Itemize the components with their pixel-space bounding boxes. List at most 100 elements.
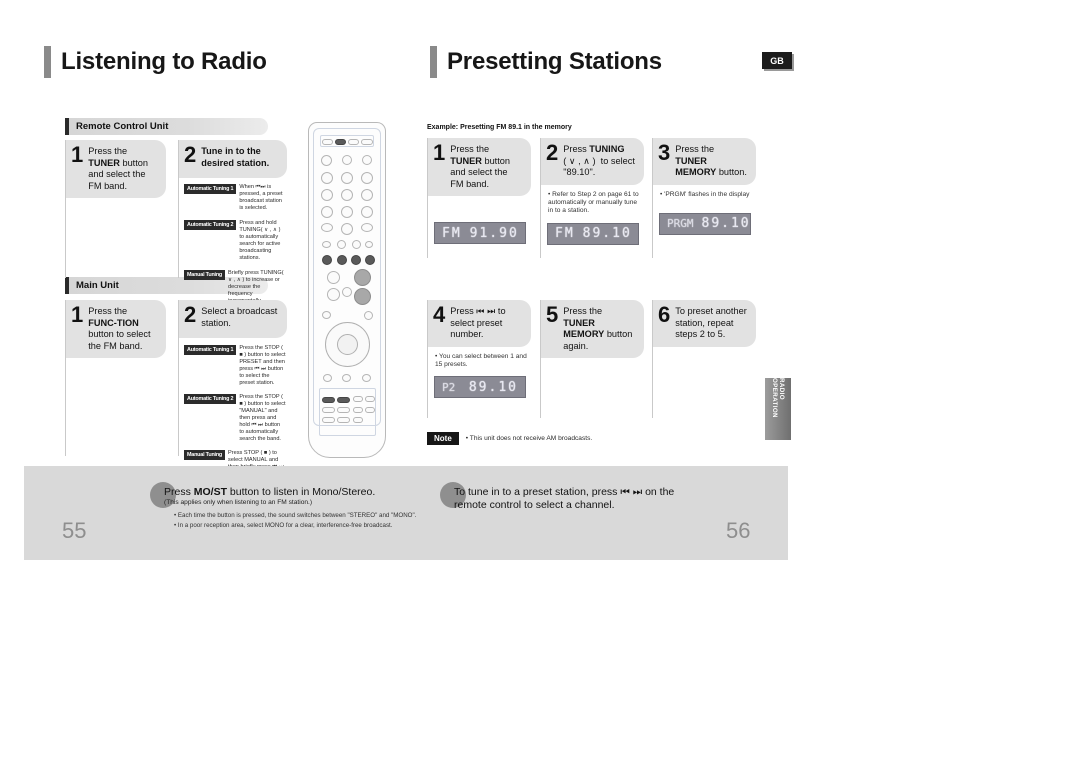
tuning-mode-tag: Manual Tuning (184, 450, 226, 460)
video-button[interactable] (353, 417, 363, 423)
numeric-key-4[interactable] (321, 189, 333, 201)
page-number-right: 56 (726, 518, 751, 543)
return-button[interactable] (364, 311, 373, 320)
lcd-right-text: 89.10 (468, 379, 518, 395)
numeric-key-1[interactable] (321, 172, 333, 184)
preset-step-1-column: 1 Press the TUNER button and select the … (427, 138, 534, 258)
step-text: Select a broadcast station. (201, 306, 278, 328)
numeric-key-0[interactable] (341, 223, 353, 235)
title-accent-bar (430, 46, 437, 78)
tuning-mode-row: Automatic Tuning 2 Press the STOP ( ■ ) … (179, 389, 290, 445)
open-close-button[interactable] (342, 155, 352, 165)
tip-bullet: • In a poor reception area, select MONO … (174, 522, 393, 529)
tip-heading-line-1: To tune in to a preset station, press ⏮ … (454, 486, 675, 498)
step-text: Press ⏮ ⏭ to select preset number. (450, 306, 506, 339)
note-tag: Note (427, 432, 459, 445)
tuning-down-button[interactable] (354, 288, 371, 305)
sound-edit-button[interactable] (365, 407, 375, 413)
lcd-display: FM 89.10 (547, 222, 639, 245)
pill-accent-bar (65, 118, 69, 135)
pl2-mode-button[interactable] (337, 407, 350, 413)
lcd-left-text: FM (442, 225, 462, 241)
tuning-mode-text: Press the STOP ( ■ ) button to select "M… (239, 394, 286, 442)
numeric-key-7[interactable] (321, 206, 333, 218)
tip-bullet: • Each time the button is pressed, the s… (174, 512, 417, 519)
tuner-memory-button[interactable] (322, 397, 335, 403)
step-text: Press the TUNER MEMORY button. (675, 144, 747, 177)
repeat-button[interactable] (337, 240, 346, 249)
step-text: Tune in to the desired station. (201, 146, 270, 168)
lcd-right-text: 91.90 (469, 225, 519, 241)
note-box: Note • This unit does not receive AM bro… (427, 432, 592, 445)
volume-up-button[interactable] (327, 271, 340, 284)
numeric-key-3[interactable] (361, 172, 373, 184)
numeric-key-9[interactable] (361, 206, 373, 218)
step-number: 1 (71, 302, 84, 327)
tip-box-left: Press MO/ST button to listen in Mono/Ste… (150, 482, 450, 530)
enter-button[interactable] (361, 223, 373, 232)
enter-ok-button[interactable] (337, 334, 358, 355)
tuning-mode-tag: Manual Tuning (184, 270, 226, 280)
tuning-mode-row: Automatic Tuning 1 When ⏮⏭ is pressed, a… (179, 178, 290, 214)
subtitle-button[interactable] (352, 240, 361, 249)
step-bullets: • You can select between 1 and 15 preset… (428, 347, 534, 370)
page-title-left: Listening to Radio (44, 46, 267, 78)
note-text: • This unit does not receive AM broadcas… (465, 435, 593, 442)
step-header: 2 Tune in to the desired station. (179, 140, 287, 178)
audio-button[interactable] (322, 241, 331, 248)
tuning-mode-tag: Automatic Tuning 2 (184, 394, 237, 404)
step-header: 4 Press ⏮ ⏭ to select preset number. (428, 300, 531, 347)
dsp-button[interactable] (353, 407, 363, 413)
lcd-display: FM 91.90 (434, 222, 526, 244)
remote-step-1-column: 1 Press the TUNER button and select the … (65, 140, 170, 278)
section-header-remote-control-unit: Remote Control Unit (65, 118, 268, 135)
tip-heading: Press MO/ST button to listen in Mono/Ste… (164, 486, 376, 498)
step-text: Press the FUNC-TION button to select the… (88, 306, 151, 351)
step-header: 5 Press the TUNER MEMORY button again. (541, 300, 644, 358)
pl2-effect-button[interactable] (337, 417, 350, 423)
volume-down-button[interactable] (327, 288, 340, 301)
mute-button[interactable] (342, 287, 352, 297)
title-button[interactable] (362, 374, 371, 382)
dimmer-button[interactable] (322, 407, 335, 413)
remote-step-2-column: 2 Tune in to the desired station. Automa… (178, 140, 290, 304)
tuning-mode-row: Automatic Tuning 2 Press and hold TUNING… (179, 214, 290, 264)
sleep-button[interactable] (362, 155, 372, 165)
sound-button[interactable] (353, 396, 363, 402)
step-button[interactable] (365, 241, 373, 248)
zoom-button[interactable] (342, 374, 351, 382)
function-button-tuner[interactable] (335, 139, 346, 145)
step-text: Press the TUNER MEMORY button again. (563, 306, 633, 351)
lcd-right-text: 89.10 (582, 226, 632, 242)
menu-button[interactable] (322, 311, 331, 319)
stop-button[interactable] (337, 255, 347, 265)
info-button[interactable] (323, 374, 332, 382)
play-pause-button[interactable] (351, 255, 361, 265)
tip-heading-line-2: remote control to select a channel. (454, 499, 615, 511)
step-number: 6 (658, 302, 671, 327)
lcd-right-text: 89.10 (701, 216, 751, 232)
tuning-up-button[interactable] (354, 269, 371, 286)
logo-button[interactable] (322, 417, 335, 423)
mo-st-button[interactable] (337, 397, 350, 403)
power-button[interactable] (321, 155, 332, 166)
function-button-dvd[interactable] (322, 139, 333, 145)
cancel-button[interactable] (321, 223, 333, 232)
step-text: Press the TUNER button and select the FM… (88, 146, 149, 191)
function-button-tv-video[interactable] (361, 139, 373, 145)
lcd-prgm-indicator: PRGM (667, 217, 694, 231)
numeric-key-8[interactable] (341, 206, 353, 218)
numeric-key-2[interactable] (341, 172, 353, 184)
preset-step-4-column: 4 Press ⏮ ⏭ to select preset number. • Y… (427, 300, 534, 418)
forward-button[interactable] (365, 255, 375, 265)
bullet-item: • You can select between 1 and 15 preset… (435, 352, 527, 368)
main-unit-step-1-column: 1 Press the FUNC-TION button to select t… (65, 300, 170, 456)
numeric-key-6[interactable] (361, 189, 373, 201)
numeric-key-5[interactable] (341, 189, 353, 201)
step-number: 2 (184, 302, 197, 327)
rewind-button[interactable] (322, 255, 332, 265)
function-button-aux[interactable] (348, 139, 359, 145)
test-tone-button[interactable] (365, 396, 375, 402)
step-number: 3 (658, 140, 671, 165)
tip-subheading: (This applies only when listening to an … (164, 499, 313, 506)
